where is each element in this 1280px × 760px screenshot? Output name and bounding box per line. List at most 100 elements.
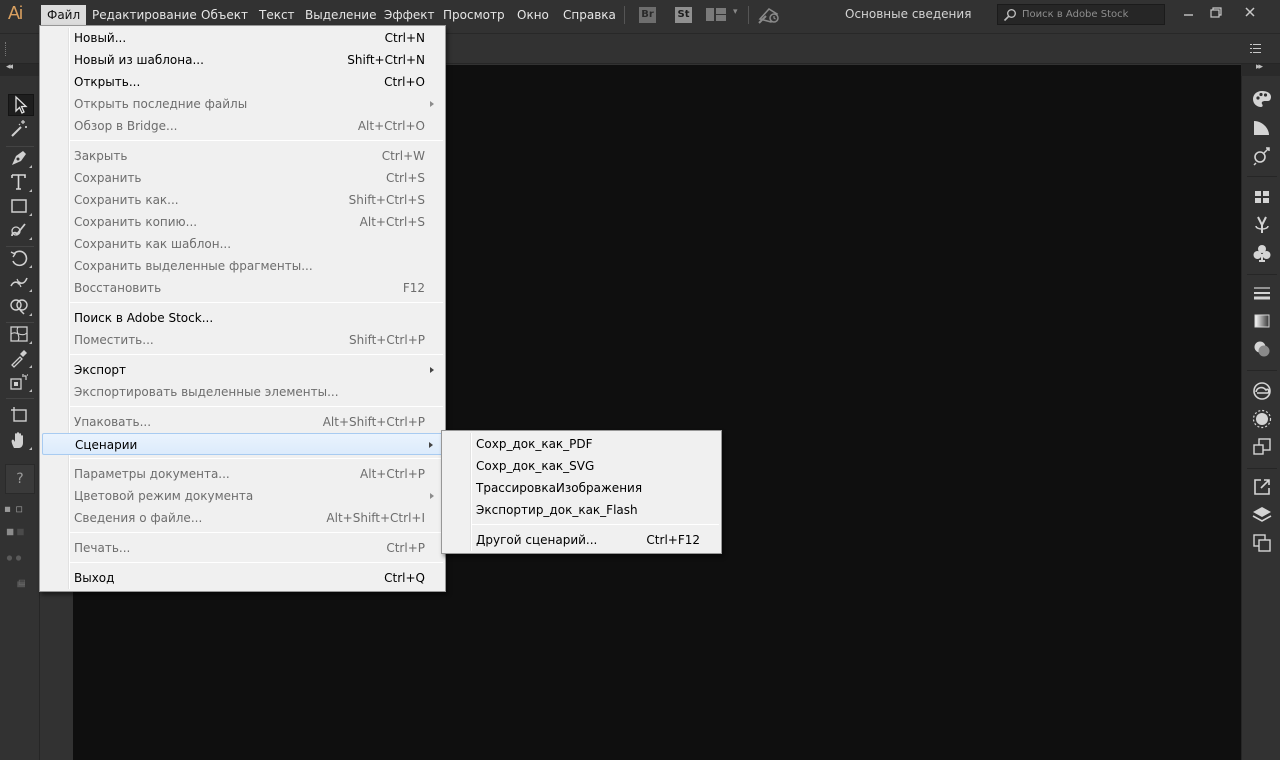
file-menu-item-label: Поиск в Adobe Stock...	[74, 311, 214, 325]
file-menu-item[interactable]: Сохранить как шаблон...	[42, 233, 443, 255]
scripts-menu-item[interactable]: Сохр_док_как_SVG	[444, 455, 719, 477]
file-menu-item-label: Сценарии	[75, 438, 138, 452]
width-tool[interactable]	[8, 272, 34, 294]
swatches-icon[interactable]	[1251, 186, 1273, 208]
file-menu-item[interactable]: Сценарии	[42, 433, 443, 455]
magic-wand-tool[interactable]	[8, 118, 34, 140]
file-menu-item[interactable]: Экспорт	[42, 359, 443, 381]
file-menu-item-label: Обзор в Bridge...	[74, 119, 178, 133]
export-assets-icon[interactable]	[1251, 476, 1273, 498]
menu-object[interactable]: Объект	[195, 5, 254, 26]
file-menu-item[interactable]: Сохранить выделенные фрагменты...	[42, 255, 443, 277]
chevron-down-icon[interactable]: ▾	[733, 7, 738, 17]
file-menu-item-label: Открыть последние файлы	[74, 97, 248, 111]
rotate-tool[interactable]	[8, 248, 34, 270]
file-menu-item-label: Упаковать...	[74, 415, 152, 429]
paintbrush-tool[interactable]	[8, 220, 34, 242]
artboards-panel-icon[interactable]	[1251, 532, 1273, 554]
graphic-styles-icon[interactable]	[1251, 436, 1273, 458]
shape-builder-tool[interactable]	[8, 296, 34, 318]
file-menu-item[interactable]: Цветовой режим документа	[42, 485, 443, 507]
scripts-menu-item[interactable]: ТрассировкаИзображения	[444, 477, 719, 499]
rectangle-tool[interactable]	[8, 196, 34, 218]
workspace-switcher[interactable]: Основные сведения	[845, 7, 971, 21]
mesh-tool[interactable]	[8, 324, 34, 346]
file-menu-item-shortcut: Ctrl+N	[384, 31, 425, 45]
menu-text[interactable]: Текст	[253, 5, 301, 26]
file-menu-item[interactable]: Упаковать... Alt+Shift+Ctrl+P	[42, 411, 443, 433]
menu-help[interactable]: Справка	[557, 5, 622, 26]
file-menu-item[interactable]: Сведения о файле... Alt+Shift+Ctrl+I	[42, 507, 443, 529]
menu-edit[interactable]: Редактирование	[86, 5, 203, 26]
symbol-sprayer-tool[interactable]	[8, 372, 34, 394]
scripts-menu-item[interactable]: Другой сценарий... Ctrl+F12	[444, 529, 719, 551]
toolbox-collapse-bar[interactable]: ◂◂	[0, 62, 40, 76]
arrange-documents-icon[interactable]	[706, 8, 726, 21]
stock-button[interactable]: St	[675, 7, 692, 23]
file-menu-item[interactable]: Открыть последние файлы	[42, 93, 443, 115]
stock-search-box[interactable]	[997, 4, 1165, 25]
restore-icon[interactable]	[1206, 5, 1226, 21]
file-menu-item[interactable]: Поиск в Adobe Stock...	[42, 307, 443, 329]
screen-mode-icon[interactable]	[3, 574, 37, 588]
gpu-performance-icon[interactable]	[757, 5, 781, 25]
artboard-tool[interactable]	[8, 404, 34, 426]
eyedropper-tool[interactable]	[8, 348, 34, 370]
pen-tool[interactable]	[8, 148, 34, 170]
file-menu-item[interactable]: Поместить... Shift+Ctrl+P	[42, 329, 443, 351]
panel-menu-icon[interactable]	[1250, 44, 1262, 54]
brushes-icon[interactable]	[1251, 214, 1273, 236]
file-menu-item[interactable]: Экспортировать выделенные элементы...	[42, 381, 443, 403]
dock-collapse-bar[interactable]: ▸▸	[1241, 62, 1280, 76]
minimize-icon[interactable]	[1179, 5, 1199, 21]
color-guide-icon[interactable]	[1251, 116, 1273, 138]
search-input[interactable]	[1022, 6, 1162, 23]
file-menu-item-label: Сохранить как шаблон...	[74, 237, 232, 251]
type-tool[interactable]	[8, 172, 34, 194]
color-panel-icon[interactable]	[1251, 88, 1273, 110]
file-menu-item[interactable]: Сохранить копию... Alt+Ctrl+S	[42, 211, 443, 233]
collapse-arrows-icon[interactable]: ▸▸	[1256, 62, 1263, 72]
file-menu-item[interactable]: Открыть... Ctrl+O	[42, 71, 443, 93]
symbols-icon[interactable]	[1251, 242, 1273, 264]
file-menu-item[interactable]: Выход Ctrl+Q	[42, 567, 443, 589]
menu-separator	[70, 302, 443, 303]
scripts-menu-item[interactable]: Экспортир_док_как_Flash	[444, 499, 719, 521]
appearance-panel-icon[interactable]	[1251, 408, 1273, 430]
file-menu-item[interactable]: Сохранить как... Shift+Ctrl+S	[42, 189, 443, 211]
stroke-panel-icon[interactable]	[1251, 282, 1273, 304]
collapse-arrows-icon[interactable]: ◂◂	[6, 62, 13, 72]
menu-window[interactable]: Окно	[511, 5, 555, 26]
file-menu-item[interactable]: Новый из шаблона... Shift+Ctrl+N	[42, 49, 443, 71]
selection-tool[interactable]	[8, 94, 34, 116]
menu-select[interactable]: Выделение	[299, 5, 382, 26]
menu-effect[interactable]: Эффект	[378, 5, 441, 26]
gradient-panel-icon[interactable]	[1251, 310, 1273, 332]
transparency-panel-icon[interactable]	[1251, 338, 1273, 360]
draw-mode-icon[interactable]	[3, 548, 37, 562]
file-menu-item[interactable]: Закрыть Ctrl+W	[42, 145, 443, 167]
file-menu-item[interactable]: Восстановить F12	[42, 277, 443, 299]
file-menu-item-label: Экспорт	[74, 363, 127, 377]
layers-icon[interactable]	[1251, 504, 1273, 526]
help-icon[interactable]: ?	[5, 464, 35, 494]
grip-handle[interactable]	[5, 42, 8, 56]
fill-stroke-swap-icon[interactable]	[3, 500, 37, 514]
file-menu-item[interactable]: Сохранить Ctrl+S	[42, 167, 443, 189]
menu-file[interactable]: Файл	[41, 5, 87, 26]
file-menu-item[interactable]: Обзор в Bridge... Alt+Ctrl+O	[42, 115, 443, 137]
file-menu-item[interactable]: Параметры документа... Alt+Ctrl+P	[42, 463, 443, 485]
menu-view[interactable]: Просмотр	[437, 5, 511, 26]
app-logo: Ai	[8, 3, 23, 23]
scripts-menu-item-label: Другой сценарий...	[476, 533, 598, 547]
color-themes-icon[interactable]	[1251, 144, 1273, 166]
close-icon[interactable]	[1240, 5, 1260, 21]
cc-libraries-icon[interactable]	[1251, 380, 1273, 402]
scripts-menu-item[interactable]: Сохр_док_как_PDF	[444, 433, 719, 455]
chevron-down-icon[interactable]: ⌄	[963, 8, 971, 19]
color-mode-icon[interactable]	[3, 522, 37, 538]
hand-tool[interactable]	[8, 430, 34, 452]
file-menu-item[interactable]: Новый... Ctrl+N	[42, 27, 443, 49]
bridge-button[interactable]: Br	[639, 7, 656, 23]
file-menu-item[interactable]: Печать... Ctrl+P	[42, 537, 443, 559]
